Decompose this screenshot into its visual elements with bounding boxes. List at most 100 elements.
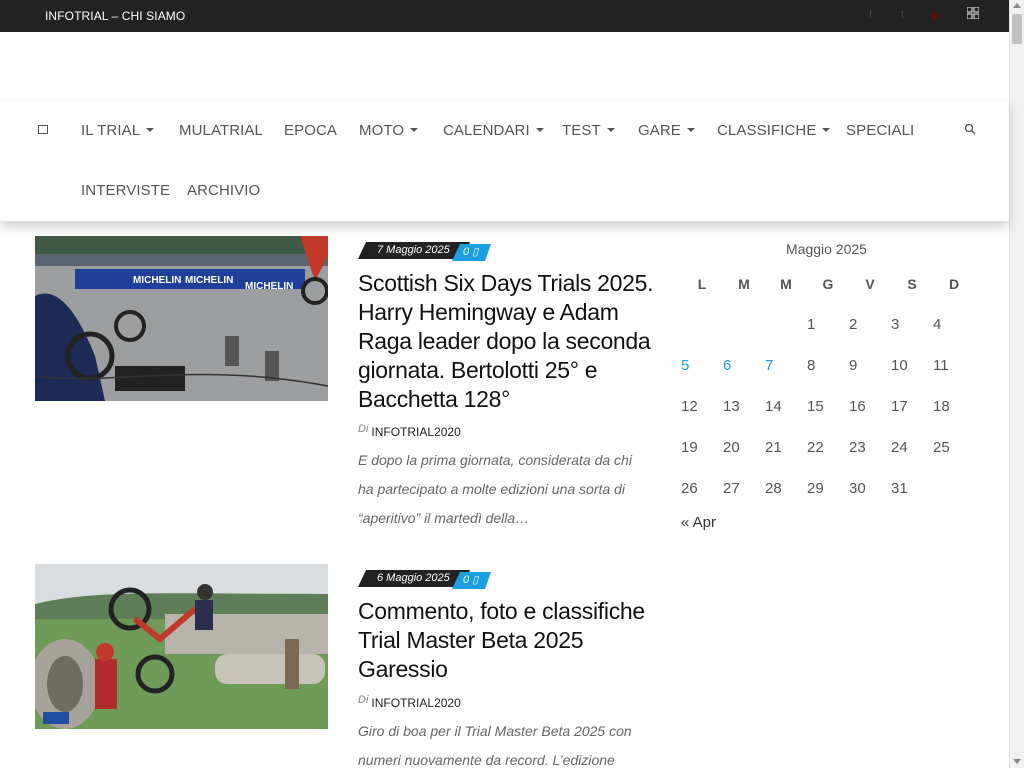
michelin-banner: MICHELIN	[245, 281, 293, 292]
post-thumbnail-trial-master[interactable]	[35, 564, 328, 729]
nav-item-interviste[interactable]: INTERVISTE	[81, 182, 170, 199]
calendar-prev-month-link[interactable]: « Apr	[681, 514, 716, 531]
facebook-icon[interactable]: f	[869, 9, 872, 21]
calendar-day: 1	[807, 316, 816, 333]
calendar-weekday-header: M	[780, 276, 792, 292]
chevron-down-icon	[606, 128, 615, 133]
comment-icon: ▯	[472, 574, 479, 586]
comment-count: 0	[463, 574, 470, 586]
nav-item-mulatrial[interactable]: MULATRIAL	[179, 122, 263, 139]
nav-item-label: IL TRIAL	[81, 122, 141, 139]
rss-icon[interactable]	[966, 6, 980, 22]
calendar-day-link[interactable]: 6	[723, 357, 753, 374]
nav-item-gare[interactable]: GARE	[638, 122, 695, 139]
calendar-day: 29	[807, 480, 824, 497]
post-excerpt: Giro di boa per il Trial Master Beta 202…	[358, 723, 632, 768]
post-date: 6 Maggio 2025	[358, 570, 470, 587]
top-link-chi-siamo[interactable]: INFOTRIAL – CHI SIAMO	[45, 9, 185, 23]
nav-item-label: ARCHIVIO	[187, 182, 261, 199]
post-byline: Di INFOTRIAL2020	[358, 694, 461, 710]
calendar-day: 19	[681, 439, 698, 456]
calendar-weekday-header: D	[948, 276, 960, 292]
chevron-down-icon	[535, 128, 544, 133]
comment-count: 0	[463, 246, 470, 258]
nav-item-label: CALENDARI	[443, 122, 530, 139]
calendar-day: 25	[933, 439, 950, 456]
byline-prefix: Di	[358, 423, 369, 435]
nav-item-test[interactable]: TEST	[562, 122, 615, 139]
post-title[interactable]: Scottish Six Days Trials 2025. Harry Hem…	[358, 269, 658, 414]
calendar-day: 30	[849, 480, 866, 497]
calendar-day: 3	[891, 316, 900, 333]
calendar-day: 26	[681, 480, 698, 497]
top-bar: INFOTRIAL – CHI SIAMO f t ▶	[0, 0, 1009, 32]
nav-item-label: CLASSIFICHE	[717, 122, 817, 139]
nav-item-epoca[interactable]: EPOCA	[284, 122, 337, 139]
calendar-day: 27	[723, 480, 740, 497]
calendar-day: 13	[723, 398, 740, 415]
nav-item-label: GARE	[638, 122, 681, 139]
youtube-icon[interactable]: ▶	[932, 9, 940, 22]
scrollbar-thumb[interactable]	[1012, 14, 1022, 44]
post-title[interactable]: Commento, foto e classifiche Trial Maste…	[358, 597, 658, 684]
nav-item-label: EPOCA	[284, 122, 338, 139]
michelin-banner: MICHELIN	[133, 275, 181, 286]
calendar-day: 11	[933, 357, 949, 374]
nav-item-moto[interactable]: MOTO	[359, 122, 419, 139]
calendar-day: 24	[891, 439, 908, 456]
calendar-day: 9	[849, 357, 858, 374]
nav-item-archivio[interactable]: ARCHIVIO	[187, 182, 260, 199]
chevron-down-icon	[686, 128, 695, 133]
calendar-weekday-header: S	[907, 276, 917, 292]
nav-item-classifiche[interactable]: CLASSIFICHE	[717, 122, 831, 139]
calendar-day: 4	[933, 316, 942, 333]
calendar-day-link[interactable]: 7	[765, 357, 795, 374]
nav-item-il-trial[interactable]: IL TRIAL	[81, 122, 155, 139]
search-icon[interactable]	[964, 123, 976, 135]
home-icon[interactable]	[38, 125, 48, 134]
calendar-day: 18	[933, 398, 950, 415]
calendar-day: 2	[849, 316, 858, 333]
calendar-day: 20	[723, 439, 740, 456]
nav-item-label: SPECIALI	[846, 122, 915, 139]
scroll-down-arrow-icon[interactable]	[1013, 759, 1021, 764]
calendar-day: 8	[807, 357, 816, 374]
calendar-day: 23	[849, 439, 866, 456]
nav-item-speciali[interactable]: SPECIALI	[846, 122, 914, 139]
nav-item-label: INTERVISTE	[81, 182, 171, 199]
nav-item-label: TEST	[562, 122, 601, 139]
post-thumbnail-ssdt[interactable]: MICHELIN MICHELIN MICHELIN	[35, 236, 328, 401]
post-author[interactable]: INFOTRIAL2020	[371, 425, 460, 439]
nav-item-calendari[interactable]: CALENDARI	[443, 122, 544, 139]
calendar-day: 12	[681, 398, 698, 415]
twitter-icon[interactable]: t	[901, 9, 904, 21]
chevron-down-icon	[410, 128, 419, 133]
michelin-banner: MICHELIN	[185, 275, 233, 286]
calendar-weekday-header: V	[865, 276, 875, 292]
scroll-up-arrow-icon[interactable]	[1013, 3, 1021, 8]
calendar-day: 15	[807, 398, 824, 415]
calendar-day: 28	[765, 480, 782, 497]
calendar-day: 10	[891, 357, 908, 374]
page-scrollbar[interactable]	[1009, 0, 1024, 768]
post-author[interactable]: INFOTRIAL2020	[371, 696, 460, 710]
calendar-day: 21	[765, 439, 782, 456]
comment-icon: ▯	[472, 246, 479, 258]
chevron-down-icon	[822, 128, 831, 133]
main-navigation: IL TRIAL MULATRIAL EPOCA MOTO CALENDARI …	[0, 101, 1009, 221]
post-byline: Di INFOTRIAL2020	[358, 423, 461, 439]
byline-prefix: Di	[358, 694, 369, 706]
calendar-day-link[interactable]: 5	[681, 357, 711, 374]
chevron-down-icon	[146, 128, 155, 133]
calendar-day: 31	[891, 480, 908, 497]
post-date: 7 Maggio 2025	[358, 242, 470, 259]
calendar-day: 14	[765, 398, 782, 415]
calendar-day: 22	[807, 439, 824, 456]
calendar-caption: Maggio 2025	[786, 241, 867, 257]
post-excerpt: E dopo la prima giornata, considerata da…	[358, 452, 632, 526]
calendar-day: 16	[849, 398, 866, 415]
calendar-weekday-header: L	[697, 276, 707, 292]
calendar-day: 17	[891, 398, 908, 415]
calendar-weekday-header: M	[738, 276, 750, 292]
nav-item-label: MOTO	[359, 122, 405, 139]
